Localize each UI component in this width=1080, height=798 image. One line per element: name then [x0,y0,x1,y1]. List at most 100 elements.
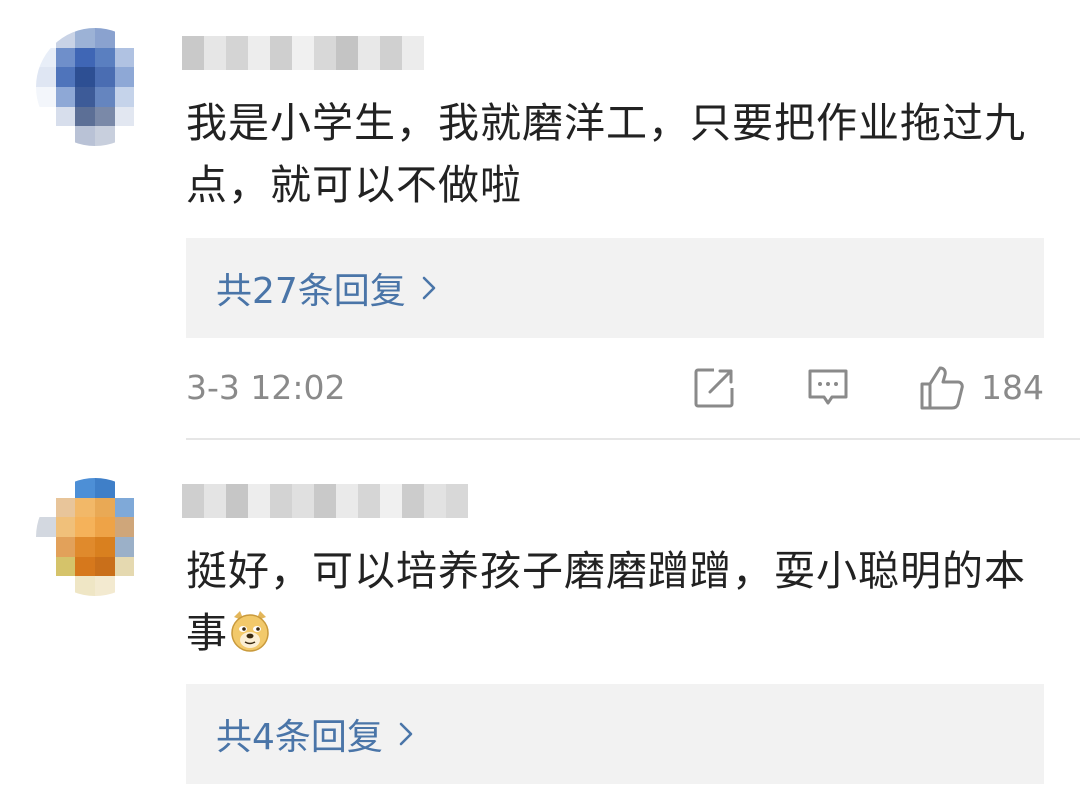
avatar-pixel [36,67,56,87]
doge-emoji [231,611,269,652]
avatar-pixel [134,517,154,537]
username-pixel [314,36,336,70]
username-pixel [358,484,380,518]
avatar-pixel [75,556,95,577]
avatar-pixel [75,106,95,127]
avatar-pixel [75,497,95,518]
avatar-pixel [94,497,115,518]
avatar-pixel [75,67,95,87]
avatar-pixel [134,67,154,87]
avatar-pixel [75,536,95,557]
avatar-pixel [36,47,56,68]
username-pixel [336,484,358,518]
avatar-pixel [75,86,95,107]
username-pixel [402,484,424,518]
avatar-pixel [114,497,135,518]
thumbs-up-icon[interactable] [918,364,966,412]
avatar-pixel [36,126,56,146]
username-pixel [446,484,468,518]
avatar-pixel [36,517,56,537]
avatar-pixel [94,576,115,596]
share-icon[interactable] [692,366,736,410]
username-pixelated[interactable] [182,484,468,518]
avatar-pixel [55,556,76,577]
avatar-pixel [94,47,115,68]
username-pixel [270,484,292,518]
avatar-pixel [114,67,135,87]
username-pixel [292,484,314,518]
avatar-pixel [94,67,115,87]
comment-item: 挺好，可以培养孩子磨磨蹭蹭，耍小聪明的本事 共4条回复 [0,440,1080,798]
username-pixelated[interactable] [182,36,424,70]
username-pixel [424,484,446,518]
avatar-pixel [36,106,56,127]
avatar-pixel [55,126,76,146]
avatar-pixel [134,556,154,577]
avatar-pixel [75,478,95,498]
avatar-pixel [36,536,56,557]
avatar-pixel [114,556,135,577]
avatar-pixel [55,497,76,518]
timestamp: 3-3 12:02 [186,368,346,407]
avatar-pixel [75,126,95,146]
avatar-pixel [134,106,154,127]
avatar-pixel [94,536,115,557]
avatar-pixel [114,536,135,557]
avatar-pixel [75,28,95,48]
avatar-pixel [114,28,135,48]
avatar-pixel [134,126,154,146]
avatar-pixel [114,517,135,537]
avatar-pixel [36,478,56,498]
avatar-pixel [134,497,154,518]
replies-label: 共27条回复 [216,271,406,312]
avatar-pixel [134,28,154,48]
avatar-pixel [114,576,135,596]
avatar-pixel [94,106,115,127]
username-pixel [380,484,402,518]
avatar-pixel [36,556,56,577]
avatar-pixel [36,497,56,518]
username-pixel [204,36,226,70]
username-pixel [314,484,336,518]
view-replies-button[interactable]: 共27条回复 [186,238,1044,338]
comment-text: 我是小学生，我就磨洋工，只要把作业拖过九点，就可以不做啦 [186,99,1026,209]
avatar-pixel [94,126,115,146]
chevron-right-icon [399,722,413,746]
avatar[interactable] [36,478,154,596]
username-pixel [182,484,204,518]
avatar-pixel [94,86,115,107]
avatar-pixel [75,517,95,537]
avatar-pixel [94,517,115,537]
avatar-pixel [114,47,135,68]
avatar-pixel [134,86,154,107]
view-replies-button[interactable]: 共4条回复 [186,684,1044,784]
avatar-pixel [134,576,154,596]
replies-label: 共4条回复 [216,717,383,758]
avatar-pixel [94,556,115,577]
avatar-pixel [134,478,154,498]
comment-item: 我是小学生，我就磨洋工，只要把作业拖过九点，就可以不做啦 共27条回复 3-3 … [0,0,1080,440]
avatar-pixel [75,47,95,68]
avatar-pixel [55,106,76,127]
username-pixel [226,484,248,518]
comment-icon[interactable] [806,366,850,410]
username-pixel [380,36,402,70]
avatar-pixel [55,536,76,557]
avatar[interactable] [36,28,154,146]
avatar-pixel [36,576,56,596]
username-pixel [248,484,270,518]
avatar-pixel [94,28,115,48]
avatar-pixel [94,478,115,498]
comment-text-content: 挺好，可以培养孩子磨磨蹭蹭，耍小聪明的本事 [186,547,1026,657]
avatar-pixel [36,28,56,48]
avatar-pixel [55,517,76,537]
avatar-pixel [114,478,135,498]
chevron-right-icon [422,276,436,300]
username-pixel [402,36,424,70]
username-pixel [248,36,270,70]
avatar-pixel [55,47,76,68]
username-pixel [204,484,226,518]
comment-meta: 3-3 12:02 184 [186,362,1044,418]
username-pixel [336,36,358,70]
avatar-pixel [114,126,135,146]
